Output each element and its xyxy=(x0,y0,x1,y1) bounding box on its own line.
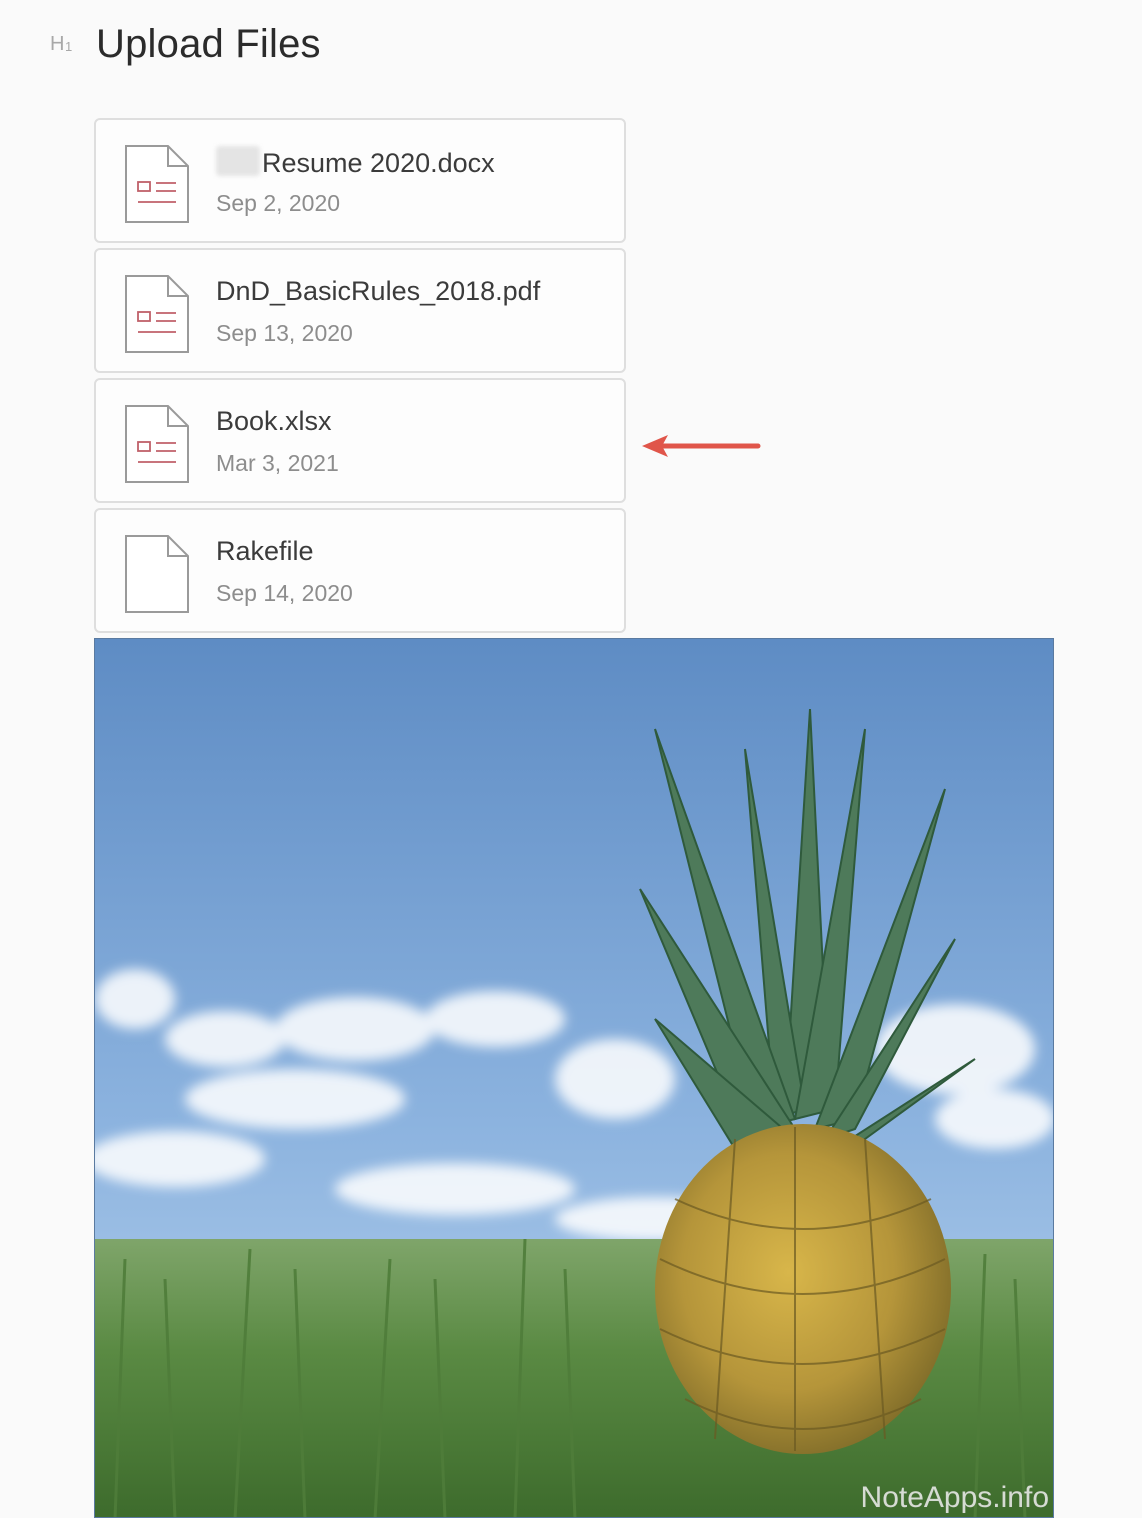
file-name: Rakefile xyxy=(216,536,314,566)
file-attachment-book[interactable]: Book.xlsx Mar 3, 2021 xyxy=(94,378,626,503)
blank-file-icon xyxy=(125,535,189,613)
file-date: Mar 3, 2021 xyxy=(216,450,339,476)
page-title[interactable]: Upload Files xyxy=(96,22,321,67)
file-name: DnD_BasicRules_2018.pdf xyxy=(216,276,541,306)
file-attachment-rakefile[interactable]: Rakefile Sep 14, 2020 xyxy=(94,508,626,633)
watermark-text: NoteApps.info xyxy=(860,1481,1049,1514)
arrow-left-icon xyxy=(642,435,761,457)
pineapple-photo-illustration xyxy=(95,639,1053,1517)
file-date: Sep 2, 2020 xyxy=(216,190,341,216)
file-name: Resume 2020.docx xyxy=(216,146,495,179)
file-date: Sep 14, 2020 xyxy=(216,580,353,606)
heading-level-badge[interactable]: H1 xyxy=(50,33,96,56)
file-attachment-dnd-rules[interactable]: DnD_BasicRules_2018.pdf Sep 13, 2020 xyxy=(94,248,626,373)
file-attachment-resume[interactable]: Resume 2020.docx Sep 2, 2020 xyxy=(94,118,626,243)
document-icon xyxy=(125,145,189,223)
document-icon xyxy=(125,405,189,483)
file-attachment-list: Resume 2020.docx Sep 2, 2020 DnD_BasicRu… xyxy=(94,118,626,638)
pineapple-photo[interactable]: NoteApps.info xyxy=(94,638,1054,1518)
heading-row: H1 Upload Files xyxy=(50,14,321,74)
file-date: Sep 13, 2020 xyxy=(216,320,353,346)
document-icon xyxy=(125,275,189,353)
redacted-text xyxy=(216,146,260,176)
file-name: Book.xlsx xyxy=(216,406,332,436)
